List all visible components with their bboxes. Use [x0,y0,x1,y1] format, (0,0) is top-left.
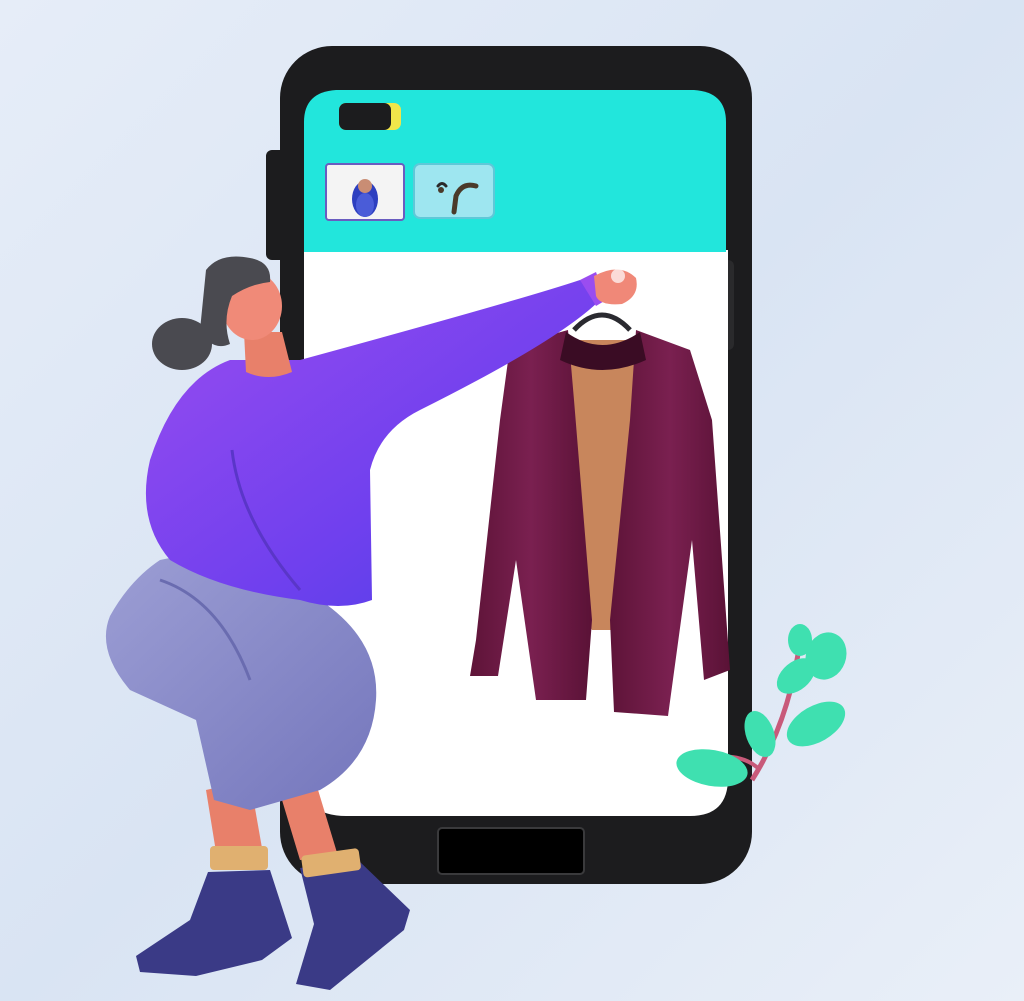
sock-front [210,846,268,870]
hair-bun [152,318,212,370]
person-thumbnail-icon[interactable] [325,163,405,221]
home-button[interactable] [437,827,585,875]
battery-icon [339,103,401,130]
hanger-thumbnail-icon[interactable] [413,163,495,219]
illustration-scene [0,0,1024,1001]
boot-front [136,870,292,976]
scene-svg [105,46,847,990]
